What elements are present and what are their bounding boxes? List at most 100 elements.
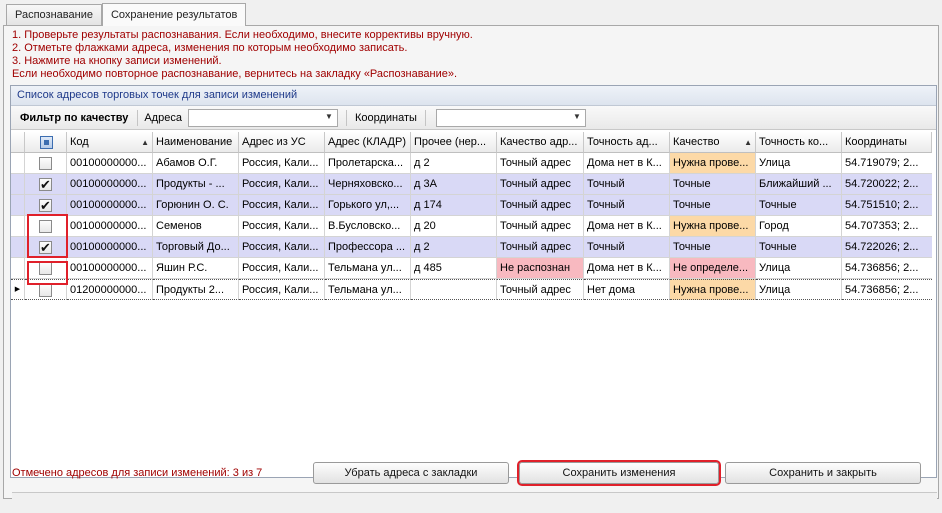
table-row[interactable]: ✔ 00100000000... Торговый До... Россия, Кал… [11,237,936,258]
table-row[interactable]: ✔ 00100000000... Продукты - ... Россия, Кал… [11,174,936,195]
cell-address-quality[interactable]: Точный адрес [497,216,584,237]
cell-kladr-address[interactable]: Тельмана ул... [325,279,411,300]
cell-address-quality[interactable]: Точный адрес [497,174,584,195]
cell-quality[interactable]: Не определе... [670,258,756,279]
cell-us-address[interactable]: Россия, Кали... [239,153,325,174]
cell-quality[interactable]: Точные [670,174,756,195]
row-checkbox-cell[interactable] [25,153,67,174]
cell-code[interactable]: 00100000000... [67,258,153,279]
cell-address-accuracy[interactable]: Дома нет в К... [584,153,670,174]
cell-kladr-address[interactable]: Черняховско... [325,174,411,195]
table-row[interactable]: 00100000000... Абамов О.Г. Россия, Кали...… [11,153,936,174]
cell-us-address[interactable]: Россия, Кали... [239,174,325,195]
column-header-address-accuracy[interactable]: Точность ад... [584,132,670,153]
row-checkbox[interactable] [39,220,52,233]
cell-other[interactable]: д 20 [411,216,497,237]
table-row[interactable]: 00100000000... Яшин Р.С. Россия, Кали... Те… [11,258,936,279]
row-checkbox[interactable]: ✔ [39,178,52,191]
cell-us-address[interactable]: Россия, Кали... [239,195,325,216]
cell-code[interactable]: 00100000000... [67,195,153,216]
column-header-coord-accuracy[interactable]: Точность ко... [756,132,842,153]
cell-other[interactable]: д 174 [411,195,497,216]
cell-coordinates[interactable]: 54.736856; 2... [842,258,932,279]
cell-other[interactable]: д 2 [411,153,497,174]
coords-filter-combo[interactable]: ▼ [435,108,586,127]
cell-other[interactable] [411,279,497,300]
column-header-address-quality[interactable]: Качество адр... [497,132,584,153]
column-header-quality[interactable]: Качество ▲ [670,132,756,153]
cell-name[interactable]: Семенов [153,216,239,237]
cell-code[interactable]: 00100000000... [67,216,153,237]
cell-coordinates[interactable]: 54.719079; 2... [842,153,932,174]
cell-coordinates[interactable]: 54.722026; 2... [842,237,932,258]
cell-name[interactable]: Торговый До... [153,237,239,258]
cell-other[interactable]: д 3А [411,174,497,195]
cell-address-accuracy[interactable]: Нет дома [584,279,670,300]
cell-address-accuracy[interactable]: Точный [584,237,670,258]
remove-addresses-button[interactable]: Убрать адреса с закладки [313,462,509,484]
cell-coord-accuracy[interactable]: Улица [756,279,842,300]
column-header-code[interactable]: Код ▲ [67,132,153,153]
cell-address-accuracy[interactable]: Дома нет в К... [584,258,670,279]
cell-code[interactable]: 00100000000... [67,174,153,195]
cell-us-address[interactable]: Россия, Кали... [239,216,325,237]
cell-address-quality[interactable]: Точный адрес [497,153,584,174]
cell-name[interactable]: Яшин Р.С. [153,258,239,279]
row-checkbox[interactable] [39,262,52,275]
column-header-name[interactable]: Наименование [153,132,239,153]
save-changes-button[interactable]: Сохранить изменения [517,460,721,486]
cell-code[interactable]: 00100000000... [67,153,153,174]
cell-name[interactable]: Горюнин О. С. [153,195,239,216]
cell-coord-accuracy[interactable]: Улица [756,153,842,174]
cell-coord-accuracy[interactable]: Точные [756,195,842,216]
cell-coordinates[interactable]: 54.751510; 2... [842,195,932,216]
tab-recognition[interactable]: Распознавание [6,4,102,25]
cell-code[interactable]: 01200000000... [67,279,153,300]
select-all-checkbox-cell[interactable] [25,132,67,153]
cell-address-quality[interactable]: Точный адрес [497,195,584,216]
table-row[interactable]: ▶ 01200000000... Продукты 2... Россия, Кали… [11,279,936,300]
tab-save-results[interactable]: Сохранение результатов [101,3,247,26]
cell-other[interactable]: д 485 [411,258,497,279]
cell-code[interactable]: 00100000000... [67,237,153,258]
cell-kladr-address[interactable]: Тельмана ул... [325,258,411,279]
row-checkbox-cell[interactable] [25,216,67,237]
cell-quality[interactable]: Нужна прове... [670,216,756,237]
cell-kladr-address[interactable]: В.Бусловско... [325,216,411,237]
cell-coord-accuracy[interactable]: Ближайший ... [756,174,842,195]
row-checkbox-cell[interactable]: ✔ [25,237,67,258]
cell-name[interactable]: Продукты - ... [153,174,239,195]
column-header-other[interactable]: Прочее (нер... [411,132,497,153]
cell-coordinates[interactable]: 54.720022; 2... [842,174,932,195]
cell-coordinates[interactable]: 54.707353; 2... [842,216,932,237]
cell-address-quality[interactable]: Не распознан [497,258,584,279]
cell-address-quality[interactable]: Точный адрес [497,279,584,300]
select-all-checkbox[interactable] [40,136,53,149]
cell-quality[interactable]: Нужна прове... [670,279,756,300]
row-checkbox[interactable]: ✔ [39,199,52,212]
column-header-us-address[interactable]: Адрес из УС [239,132,325,153]
address-filter-combo[interactable]: ▼ [187,108,338,127]
row-checkbox-cell[interactable]: ✔ [25,174,67,195]
row-checkbox[interactable] [39,284,52,297]
cell-quality[interactable]: Точные [670,195,756,216]
cell-other[interactable]: д 2 [411,237,497,258]
cell-quality[interactable]: Точные [670,237,756,258]
table-row[interactable]: ✔ 00100000000... Горюнин О. С. Россия, Кали… [11,195,936,216]
row-checkbox[interactable] [39,157,52,170]
table-row[interactable]: 00100000000... Семенов Россия, Кали... В.Бу… [11,216,936,237]
save-and-close-button[interactable]: Сохранить и закрыть [725,462,921,484]
cell-coord-accuracy[interactable]: Улица [756,258,842,279]
cell-coordinates[interactable]: 54.736856; 2... [842,279,932,300]
cell-coord-accuracy[interactable]: Точные [756,237,842,258]
cell-quality[interactable]: Нужна прове... [670,153,756,174]
cell-us-address[interactable]: Россия, Кали... [239,237,325,258]
row-checkbox-cell[interactable]: ✔ [25,195,67,216]
cell-us-address[interactable]: Россия, Кали... [239,258,325,279]
cell-address-accuracy[interactable]: Точный [584,174,670,195]
cell-kladr-address[interactable]: Профессора ... [325,237,411,258]
cell-kladr-address[interactable]: Горького ул,... [325,195,411,216]
row-checkbox-cell[interactable] [25,258,67,279]
row-checkbox[interactable]: ✔ [39,241,52,254]
cell-coord-accuracy[interactable]: Город [756,216,842,237]
